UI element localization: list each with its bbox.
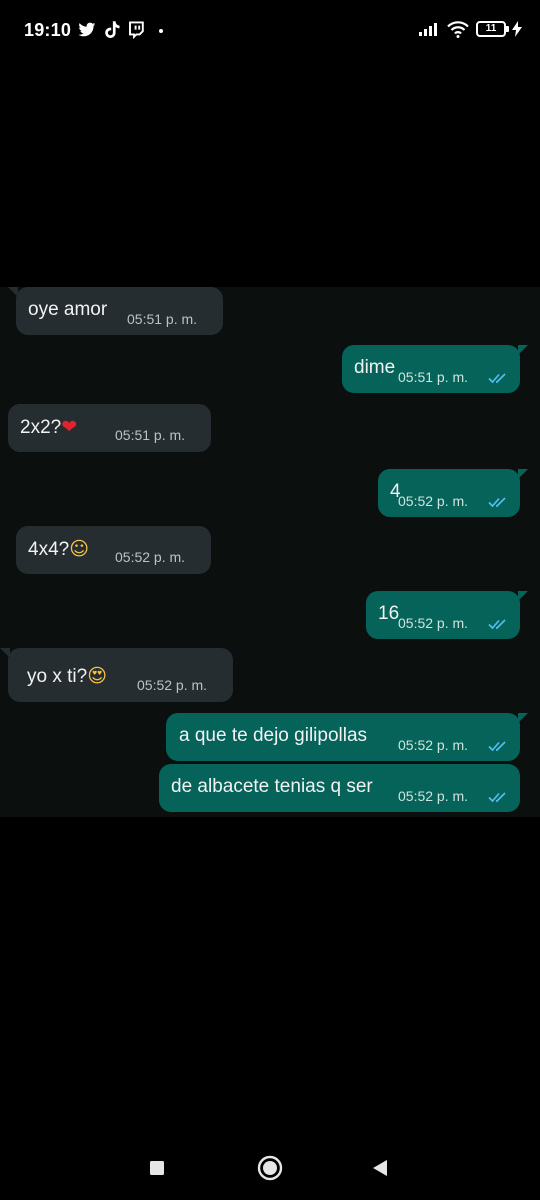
message-text: yo x ti?😍 <box>27 665 107 688</box>
message-bubble-incoming[interactable]: oye amor 05:51 p. m. <box>8 287 223 335</box>
message-bubble-incoming[interactable]: 2x2?❤ 05:51 p. m. <box>8 404 211 452</box>
battery-icon: 11 <box>476 21 509 37</box>
smiling-emoji-icon: ☺ <box>69 538 90 560</box>
bubble-tail <box>518 713 528 723</box>
message-text: a que te dejo gilipollas <box>179 725 368 746</box>
chat-area[interactable]: oye amor 05:51 p. m. dime 05:51 p. m. 2x… <box>0 287 540 817</box>
message-text: de albacete tenias q ser <box>171 776 373 797</box>
message-bubble-incoming[interactable]: 4x4?☺ 05:52 p. m. <box>16 526 211 574</box>
message-text-body: 4x4? <box>28 539 70 560</box>
message-time: 05:51 p. m. <box>398 369 469 385</box>
read-double-check-icon <box>488 792 506 803</box>
message-text: 16 <box>378 603 400 624</box>
read-double-check-icon <box>488 619 506 630</box>
message-time: 05:51 p. m. <box>127 311 198 327</box>
read-double-check-icon <box>488 497 506 508</box>
status-bar: 19:10 11 <box>0 0 540 64</box>
twitter-icon <box>78 22 96 37</box>
message-time: 05:52 p. m. <box>398 737 469 753</box>
navigation-bar <box>0 1130 540 1200</box>
bubble-tail <box>518 591 528 601</box>
read-double-check-icon <box>488 373 506 384</box>
message-time: 05:52 p. m. <box>398 615 469 631</box>
back-button[interactable] <box>372 1159 388 1177</box>
message-text: 2x2?❤ <box>20 416 77 439</box>
recents-button[interactable] <box>149 1160 165 1176</box>
message-bubble-outgoing[interactable]: dime 05:51 p. m. <box>342 345 528 393</box>
message-text-body: 2x2? <box>20 417 62 438</box>
message-bubble-outgoing[interactable]: 4 05:52 p. m. <box>378 469 528 517</box>
message-text-body: yo x ti? <box>27 666 88 687</box>
message-bubble-outgoing[interactable]: 16 05:52 p. m. <box>366 591 528 639</box>
status-time: 19:10 <box>24 20 72 40</box>
heart-emoji-icon: ❤ <box>61 416 78 438</box>
read-double-check-icon <box>488 741 506 752</box>
charging-icon <box>512 21 522 37</box>
system-status-icons: 11 <box>418 20 522 38</box>
signal-icon <box>419 23 437 36</box>
message-bubble-incoming[interactable]: yo x ti?😍 05:52 p. m. <box>0 648 233 702</box>
notification-icons <box>78 21 144 39</box>
message-text: dime <box>354 357 396 378</box>
more-notifications-dot <box>159 29 163 33</box>
bubble-tail <box>0 648 10 658</box>
wifi-icon <box>447 21 469 38</box>
message-bubble-outgoing[interactable]: a que te dejo gilipollas 05:52 p. m. <box>166 713 528 761</box>
bubble-tail <box>518 469 528 479</box>
message-text: oye amor <box>28 299 108 320</box>
message-text: 4x4?☺ <box>28 538 89 561</box>
bubble-tail <box>518 345 528 355</box>
bubble-tail <box>8 287 18 297</box>
home-button[interactable] <box>257 1155 283 1181</box>
message-bubble-outgoing[interactable]: de albacete tenias q ser 05:52 p. m. <box>159 764 520 812</box>
tiktok-icon <box>105 21 120 38</box>
message-time: 05:51 p. m. <box>115 427 186 443</box>
message-time: 05:52 p. m. <box>115 549 186 565</box>
message-time: 05:52 p. m. <box>137 677 208 693</box>
heart-eyes-emoji-icon: 😍 <box>87 665 108 687</box>
message-time: 05:52 p. m. <box>398 788 469 804</box>
twitch-icon <box>129 21 144 39</box>
message-time: 05:52 p. m. <box>398 493 469 509</box>
